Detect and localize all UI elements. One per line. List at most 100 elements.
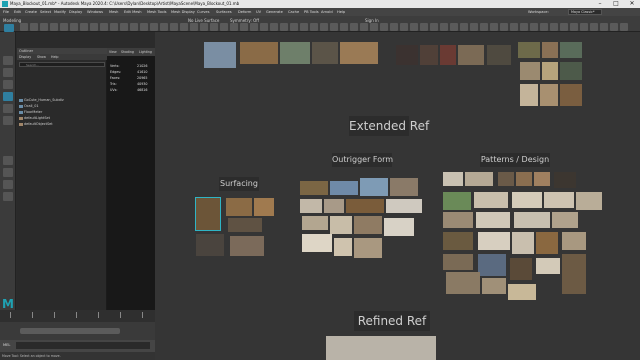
shelf-tool-icon[interactable] [320, 23, 328, 31]
reference-image[interactable] [562, 254, 586, 294]
reference-image[interactable] [518, 42, 540, 58]
shelf-tool-icon[interactable] [460, 23, 468, 31]
lasso-tool-icon[interactable] [3, 68, 13, 77]
layout-four-icon[interactable] [3, 168, 13, 177]
group-label-extended-ref[interactable]: Extended Ref [349, 116, 429, 136]
range-slider[interactable] [0, 322, 155, 340]
shelf-tool-icon[interactable] [550, 23, 558, 31]
reference-image[interactable] [536, 258, 560, 274]
shelf-tool-icon[interactable] [490, 23, 498, 31]
reference-image[interactable] [560, 84, 582, 106]
shelf-tool-icon[interactable] [90, 23, 98, 31]
menu-edit[interactable]: Edit [14, 10, 21, 14]
outliner-item[interactable]: defaultObjectSet [24, 122, 53, 126]
shelf-tool-icon[interactable] [220, 23, 228, 31]
shelf-tool-icon[interactable] [240, 23, 248, 31]
shelf-tool-icon[interactable] [100, 23, 108, 31]
reference-image[interactable] [440, 45, 456, 65]
outliner-menu-show[interactable]: Show [37, 55, 46, 59]
reference-image[interactable] [443, 232, 473, 250]
shelf-tool-icon[interactable] [400, 23, 408, 31]
shelf-tool-icon[interactable] [380, 23, 388, 31]
reference-image[interactable] [512, 232, 534, 254]
reference-image[interactable] [443, 254, 473, 270]
reference-image[interactable] [196, 234, 224, 256]
shelf-tool-icon[interactable] [500, 23, 508, 31]
outliner-search-input[interactable]: Search... [19, 62, 105, 67]
shelf-tool-icon[interactable] [210, 23, 218, 31]
reference-image[interactable] [478, 254, 506, 276]
menu-windows[interactable]: Windows [87, 10, 103, 14]
reference-image[interactable] [334, 238, 352, 256]
shelf-tool-icon[interactable] [50, 23, 58, 31]
reference-image[interactable] [560, 62, 582, 80]
shelf-tool-icon[interactable] [610, 23, 618, 31]
reference-image[interactable] [512, 192, 542, 208]
reference-image[interactable] [554, 172, 576, 188]
shelf-tool-icon[interactable] [80, 23, 88, 31]
menu-file[interactable]: File [3, 10, 9, 14]
reference-image[interactable] [552, 212, 578, 228]
reference-image[interactable] [386, 199, 422, 213]
group-label-refined-ref[interactable]: Refined Ref [354, 311, 430, 331]
reference-image[interactable] [476, 212, 510, 228]
menu-pb-tools[interactable]: PB Tools [304, 10, 319, 14]
shelf-tool-icon[interactable] [510, 23, 518, 31]
shelf-tool-icon[interactable] [250, 23, 258, 31]
menu-generate[interactable]: Generate [266, 10, 283, 14]
shelf-tool-icon[interactable] [30, 23, 38, 31]
shelf-tool-icon[interactable] [390, 23, 398, 31]
reference-image[interactable] [390, 178, 418, 196]
scale-tool-icon[interactable] [3, 116, 13, 125]
shelf-tool-icon[interactable] [60, 23, 68, 31]
reference-image[interactable] [514, 212, 550, 228]
reference-image[interactable] [443, 212, 473, 228]
ce-icon[interactable] [4, 24, 14, 32]
menu-select[interactable]: Select [40, 10, 51, 14]
viewport-menu-shading[interactable]: Shading [121, 50, 134, 54]
layout-outliner-icon[interactable] [3, 192, 13, 201]
menu-deform[interactable]: Deform [238, 10, 251, 14]
reference-image[interactable] [560, 42, 582, 58]
shelf-tool-icon[interactable] [40, 23, 48, 31]
shelf-tool-icon[interactable] [370, 23, 378, 31]
reference-image[interactable] [446, 272, 480, 294]
menu-create[interactable]: Create [25, 10, 37, 14]
outliner-item[interactable]: FloorMeter [24, 110, 42, 114]
reference-image[interactable] [300, 199, 322, 213]
reference-image[interactable] [420, 45, 438, 65]
reference-image[interactable] [465, 172, 493, 186]
outliner-menu-display[interactable]: Display [19, 55, 31, 59]
paint-select-icon[interactable] [3, 80, 13, 89]
outliner-menu-help[interactable]: Help [51, 55, 59, 59]
reference-image[interactable] [204, 42, 236, 68]
reference-image-selected[interactable] [195, 197, 221, 231]
shelf-tool-icon[interactable] [620, 23, 628, 31]
reference-image[interactable] [302, 216, 328, 230]
reference-image[interactable] [354, 238, 382, 258]
shelf-tool-icon[interactable] [310, 23, 318, 31]
layout-single-icon[interactable] [3, 156, 13, 165]
reference-image[interactable] [354, 216, 382, 234]
shelf-tool-icon[interactable] [280, 23, 288, 31]
reference-image[interactable] [360, 178, 388, 196]
shelf-tool-icon[interactable] [200, 23, 208, 31]
workspace-dropdown[interactable]: Maya Classic* [568, 9, 602, 15]
reference-image[interactable] [384, 218, 414, 236]
shelf-tool-icon[interactable] [70, 23, 78, 31]
menu-mesh-display[interactable]: Mesh Display [171, 10, 195, 14]
command-input[interactable] [16, 342, 150, 349]
group-label-patterns-design[interactable]: Patterns / Design [480, 153, 550, 167]
reference-image[interactable] [330, 216, 352, 234]
reference-image[interactable] [346, 199, 384, 213]
shelf-tool-icon[interactable] [470, 23, 478, 31]
reference-image[interactable] [562, 232, 586, 250]
close-button[interactable]: ✕ [624, 0, 640, 8]
reference-image[interactable] [330, 181, 358, 195]
group-label-outrigger-form[interactable]: Outrigger Form [332, 153, 393, 167]
reference-image[interactable] [542, 42, 558, 58]
shelf-tool-icon[interactable] [420, 23, 428, 31]
shelf-tool-icon[interactable] [360, 23, 368, 31]
shelf-tool-icon[interactable] [450, 23, 458, 31]
menu-help[interactable]: Help [337, 10, 345, 14]
